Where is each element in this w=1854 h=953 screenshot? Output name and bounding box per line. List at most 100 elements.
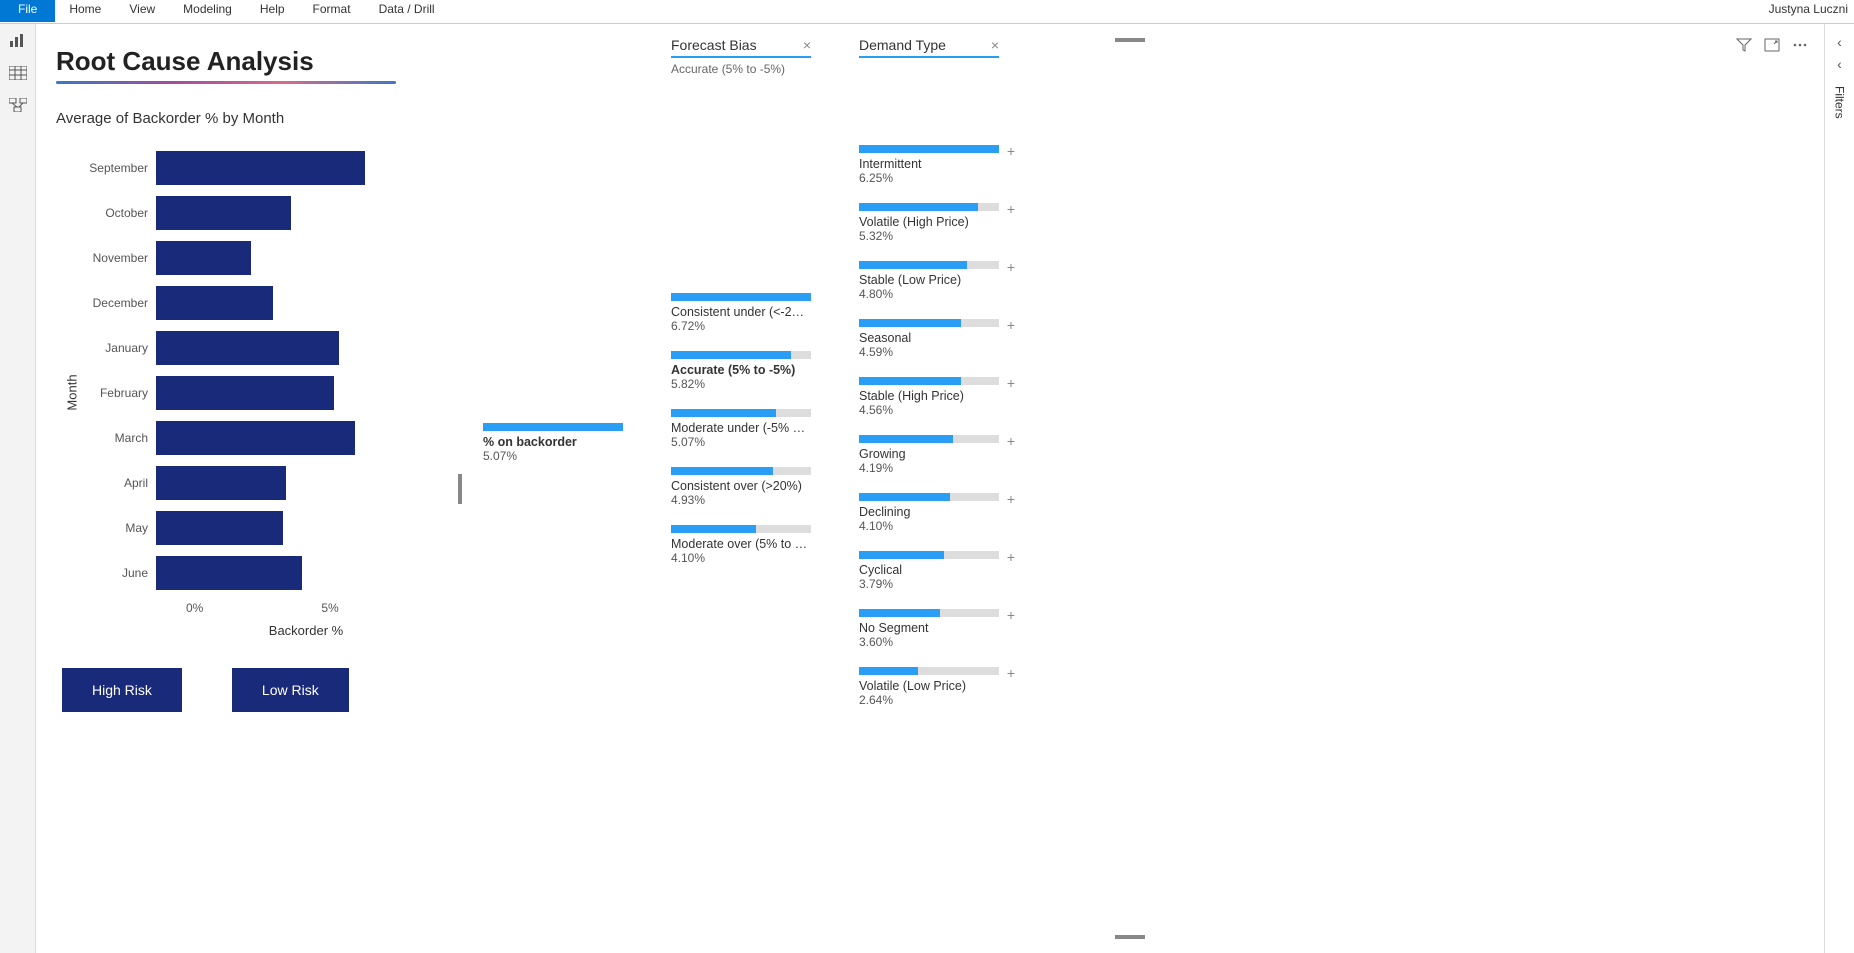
chevron-left-icon[interactable]: ‹: [1837, 56, 1842, 72]
tree-node[interactable]: Intermittent 6.25% +: [859, 145, 999, 185]
x-axis-title: Backorder %: [186, 623, 426, 638]
node-label: Consistent under (<-2…: [671, 305, 811, 319]
model-view-icon[interactable]: [9, 98, 27, 112]
ribbon-tab-file[interactable]: File: [0, 0, 55, 22]
node-bar: [671, 293, 811, 301]
bar-row[interactable]: October: [86, 190, 426, 235]
node-bar: [671, 351, 811, 359]
node-value: 3.79%: [859, 577, 999, 591]
node-label: Intermittent: [859, 157, 999, 171]
node-label: Moderate over (5% to …: [671, 537, 811, 551]
chevron-left-icon[interactable]: ‹: [1837, 34, 1842, 50]
node-bar: [671, 467, 811, 475]
node-label: Moderate under (-5% …: [671, 421, 811, 435]
node-label: Accurate (5% to -5%): [671, 363, 811, 377]
low-risk-button[interactable]: Low Risk: [232, 668, 349, 712]
node-bar: [859, 493, 999, 501]
bar-row[interactable]: December: [86, 280, 426, 325]
tree-node[interactable]: Cyclical 3.79% +: [859, 551, 999, 591]
tree-node[interactable]: Consistent over (>20%) 4.93%: [671, 467, 811, 507]
node-value: 5.32%: [859, 229, 999, 243]
node-bar: [859, 435, 999, 443]
decomposition-tree-visual[interactable]: Forecast Bias × Accurate (5% to -5%) Dema…: [456, 36, 1804, 941]
node-value: 6.25%: [859, 171, 999, 185]
bar-row[interactable]: January: [86, 325, 426, 370]
bar: [156, 331, 339, 365]
tree-node[interactable]: Declining 4.10% +: [859, 493, 999, 533]
plus-icon[interactable]: +: [1007, 259, 1015, 275]
high-risk-button[interactable]: High Risk: [62, 668, 182, 712]
ribbon-tab-format[interactable]: Format: [299, 0, 365, 22]
plus-icon[interactable]: +: [1007, 143, 1015, 159]
bar-label: February: [86, 386, 156, 400]
bar: [156, 511, 283, 545]
plus-icon[interactable]: +: [1007, 665, 1015, 681]
bar-chart-visual[interactable]: Root Cause Analysis Average of Backorder…: [56, 36, 426, 941]
tree-node[interactable]: Stable (High Price) 4.56% +: [859, 377, 999, 417]
tree-node[interactable]: Seasonal 4.59% +: [859, 319, 999, 359]
node-label: No Segment: [859, 621, 999, 635]
plus-icon[interactable]: +: [1007, 375, 1015, 391]
bar: [156, 196, 291, 230]
tree-root-node[interactable]: % on backorder 5.07%: [483, 423, 623, 481]
filters-pane-collapsed[interactable]: ‹ ‹ Filters: [1824, 24, 1854, 953]
x-axis-ticks: 0% 5%: [186, 601, 426, 615]
tree-node[interactable]: Accurate (5% to -5%) 5.82%: [671, 351, 811, 391]
ribbon: File Home View Modeling Help Format Data…: [0, 0, 1854, 24]
report-view-icon[interactable]: [9, 34, 27, 48]
bar-label: June: [86, 566, 156, 580]
bar-row[interactable]: November: [86, 235, 426, 280]
tree-node[interactable]: Growing 4.19% +: [859, 435, 999, 475]
column-header-label: Forecast Bias: [671, 37, 757, 53]
node-bar: [859, 261, 999, 269]
node-value: 5.82%: [671, 377, 811, 391]
column-header-label: Demand Type: [859, 37, 946, 53]
node-label: Volatile (High Price): [859, 215, 999, 229]
ribbon-tab-help[interactable]: Help: [246, 0, 299, 22]
node-label: Cyclical: [859, 563, 999, 577]
bar-row[interactable]: May: [86, 505, 426, 550]
ribbon-tab-view[interactable]: View: [115, 0, 169, 22]
plus-icon[interactable]: +: [1007, 607, 1015, 623]
bar-row[interactable]: June: [86, 550, 426, 595]
node-label: Stable (Low Price): [859, 273, 999, 287]
resize-handle-left[interactable]: [458, 474, 462, 504]
bar-row[interactable]: April: [86, 460, 426, 505]
data-view-icon[interactable]: [9, 66, 27, 80]
tree-column-header-demand-type[interactable]: Demand Type ×: [859, 37, 999, 58]
plus-icon[interactable]: +: [1007, 317, 1015, 333]
bar-row[interactable]: March: [86, 415, 426, 460]
bar: [156, 376, 334, 410]
close-icon[interactable]: ×: [991, 37, 999, 53]
tree-node[interactable]: No Segment 3.60% +: [859, 609, 999, 649]
node-label: % on backorder: [483, 435, 623, 449]
plus-icon[interactable]: +: [1007, 491, 1015, 507]
node-label: Stable (High Price): [859, 389, 999, 403]
ribbon-tab-data-drill[interactable]: Data / Drill: [365, 0, 449, 22]
node-bar: [859, 609, 999, 617]
bar-label: November: [86, 251, 156, 265]
tree-node[interactable]: Moderate under (-5% … 5.07%: [671, 409, 811, 449]
plus-icon[interactable]: +: [1007, 201, 1015, 217]
resize-handle-bottom[interactable]: [1115, 935, 1145, 939]
x-tick: 5%: [321, 601, 338, 615]
page-title: Root Cause Analysis: [56, 46, 426, 77]
bar-row[interactable]: September: [86, 145, 426, 190]
tree-node[interactable]: Moderate over (5% to … 4.10%: [671, 525, 811, 565]
tree-node[interactable]: Consistent under (<-2… 6.72%: [671, 293, 811, 333]
ribbon-tab-modeling[interactable]: Modeling: [169, 0, 246, 22]
node-bar: [671, 525, 811, 533]
ribbon-tab-home[interactable]: Home: [55, 0, 115, 22]
plus-icon[interactable]: +: [1007, 433, 1015, 449]
tree-node[interactable]: Volatile (High Price) 5.32% +: [859, 203, 999, 243]
bar: [156, 286, 273, 320]
tree-column-header-forecast-bias[interactable]: Forecast Bias× Accurate (5% to -5%): [671, 37, 811, 76]
chart-title: Average of Backorder % by Month: [56, 110, 426, 127]
tree-node[interactable]: Volatile (Low Price) 2.64% +: [859, 667, 999, 707]
close-icon[interactable]: ×: [803, 37, 811, 53]
bar: [156, 151, 365, 185]
bar-row[interactable]: February: [86, 370, 426, 415]
plus-icon[interactable]: +: [1007, 549, 1015, 565]
bar: [156, 421, 355, 455]
tree-node[interactable]: Stable (Low Price) 4.80% +: [859, 261, 999, 301]
